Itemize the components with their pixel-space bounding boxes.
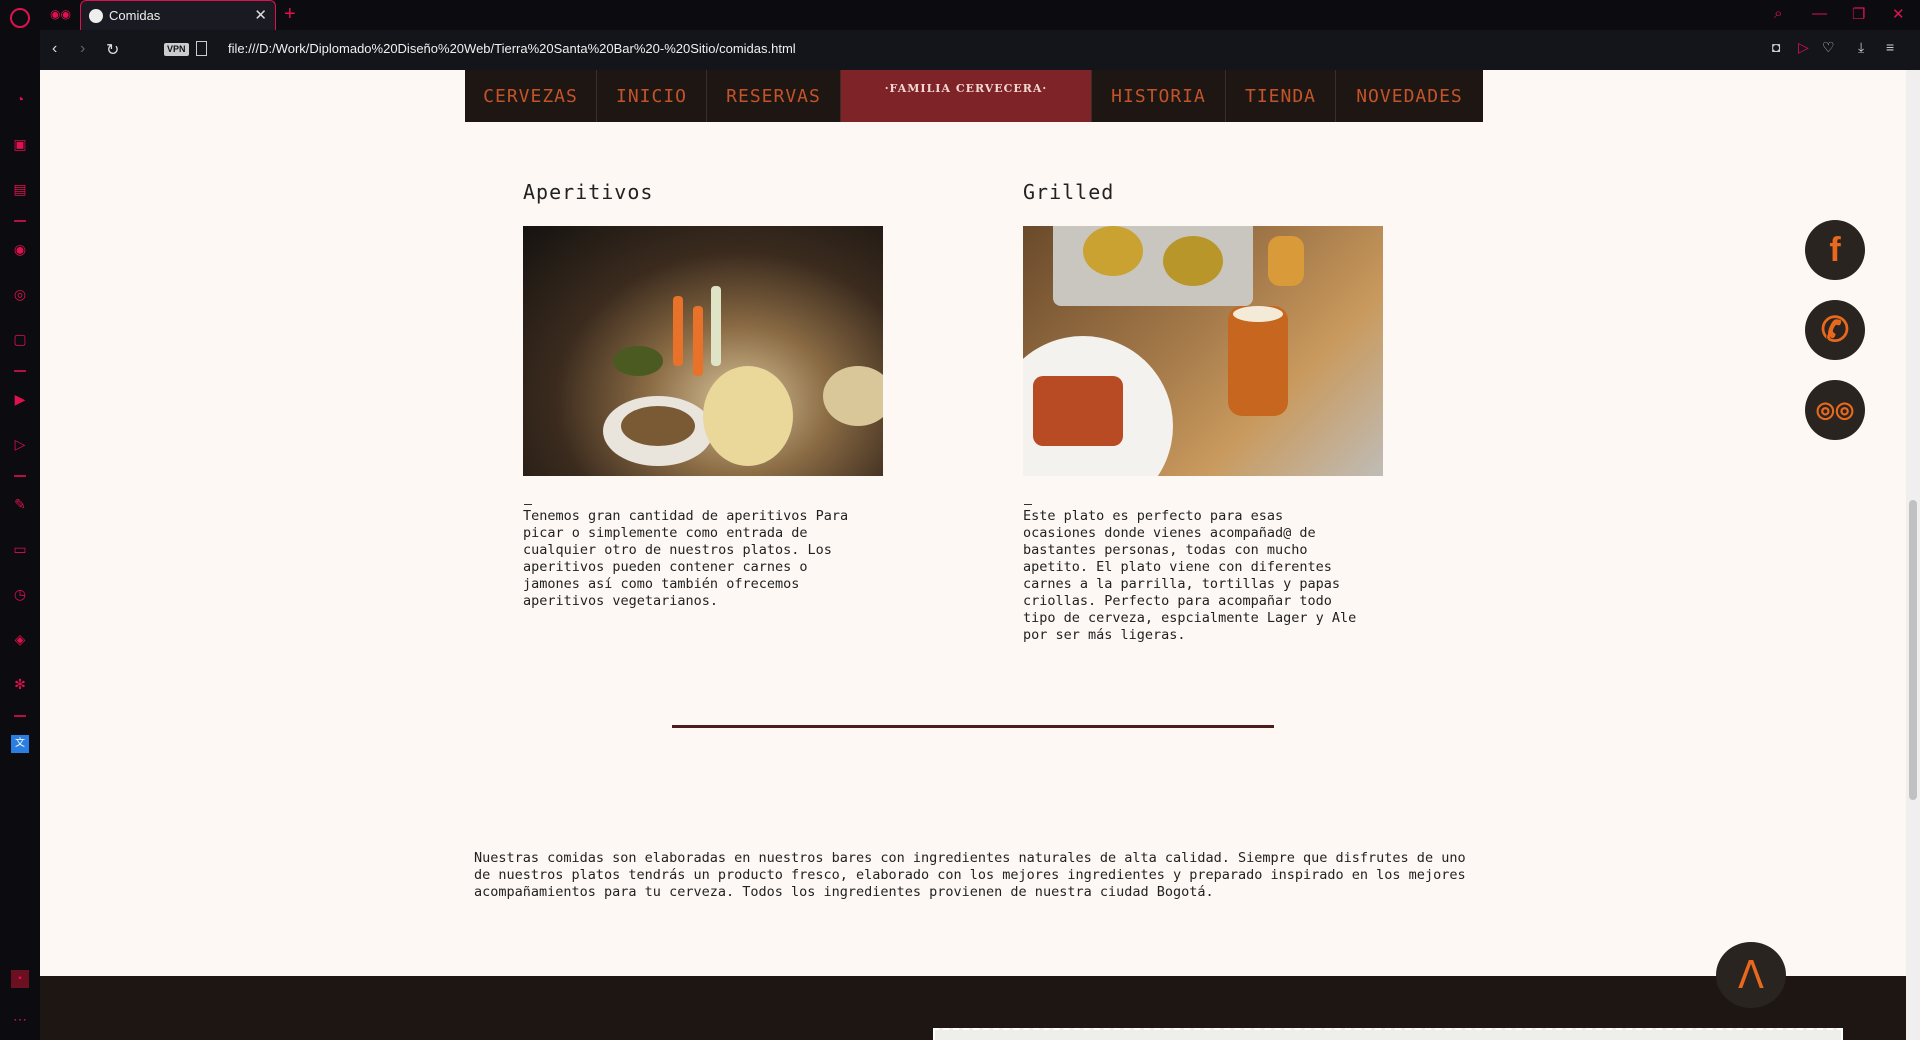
forward-icon[interactable]: ›	[80, 40, 85, 58]
player-icon[interactable]: ▶	[11, 390, 29, 408]
translate-icon[interactable]: 文	[11, 735, 29, 753]
globe-icon	[89, 9, 103, 23]
settings-icon[interactable]: ✻	[11, 675, 29, 693]
gaming-icon[interactable]: ◉◉	[50, 7, 71, 21]
page-icon	[196, 41, 207, 56]
sidebar-divider	[14, 370, 26, 372]
page-scrollbar[interactable]	[1906, 70, 1920, 1040]
vpn-badge[interactable]: VPN	[164, 43, 189, 56]
opera-logo-icon[interactable]	[10, 8, 30, 28]
browser-tab-bar: ◉◉ Comidas ✕ + ⌕ — ❐ ✕	[0, 0, 1920, 30]
more-icon[interactable]: ⋯	[11, 1010, 29, 1028]
phone-icon[interactable]: ✆	[1805, 300, 1865, 360]
section-divider	[672, 725, 1274, 728]
maximize-icon[interactable]: ❐	[1852, 5, 1865, 23]
nav-cervezas[interactable]: CERVEZAS	[465, 70, 597, 122]
instagram-icon[interactable]: ▢	[11, 330, 29, 348]
nav-historia[interactable]: HISTORIA	[1092, 70, 1226, 122]
send-icon[interactable]: ▷	[11, 435, 29, 453]
heart-icon[interactable]: ♡	[1822, 39, 1835, 56]
tripadvisor-icon[interactable]: ◎◎	[1805, 380, 1865, 440]
speed-dial-icon[interactable]: ◔	[11, 90, 29, 108]
grilled-food-photo-icon	[1023, 226, 1383, 476]
page-footer	[40, 976, 1906, 1040]
page-viewport: CERVEZAS INICIO RESERVAS ·FAMILIA CERVEC…	[40, 70, 1906, 1040]
workspace-icon[interactable]: ▪	[11, 970, 29, 988]
snapshot-icon[interactable]: ◘	[1772, 39, 1780, 55]
close-tab-icon[interactable]: ✕	[254, 6, 267, 24]
separator-dash	[524, 504, 532, 505]
brand-logo[interactable]: ·FAMILIA CERVECERA·	[841, 70, 1092, 122]
nav-inicio[interactable]: INICIO	[597, 70, 707, 122]
site-nav: CERVEZAS INICIO RESERVAS ·FAMILIA CERVEC…	[465, 70, 1483, 122]
intro-paragraph: Nuestras comidas son elaboradas en nuest…	[474, 850, 1466, 900]
tab-title: Comidas	[109, 8, 161, 23]
scrollbar-thumb[interactable]	[1909, 500, 1917, 800]
browser-tab[interactable]: Comidas ✕	[80, 0, 276, 30]
url-field[interactable]: file:///D:/Work/Diplomado%20Diseño%20Web…	[228, 41, 796, 56]
whatsapp-icon[interactable]: ◎	[11, 285, 29, 303]
new-tab-icon[interactable]: +	[284, 3, 296, 26]
nav-tienda[interactable]: TIENDA	[1226, 70, 1336, 122]
address-bar: ‹ › ↻ VPN file:///D:/Work/Diplomado%20Di…	[40, 30, 1920, 70]
flow-icon[interactable]: ▷	[1798, 39, 1809, 56]
reload-icon[interactable]: ↻	[106, 40, 119, 60]
card-title-grilled: Grilled	[1023, 180, 1115, 204]
nav-reservas[interactable]: RESERVAS	[707, 70, 841, 122]
minimize-icon[interactable]: —	[1812, 5, 1827, 22]
sidebar-divider	[14, 220, 26, 222]
sidebar-divider	[14, 715, 26, 717]
card-title-aperitivos: Aperitivos	[523, 180, 654, 204]
card-description: Tenemos gran cantidad de aperitivos Para…	[523, 508, 849, 609]
tabs-icon[interactable]: ▭	[11, 540, 29, 558]
facebook-icon[interactable]: f	[1805, 220, 1865, 280]
extensions-icon[interactable]: ◈	[11, 630, 29, 648]
sidebar-divider	[14, 475, 26, 477]
messenger-icon[interactable]: ◉	[11, 240, 29, 258]
edit-icon[interactable]: ✎	[11, 495, 29, 513]
search-tabs-icon[interactable]: ⌕	[1774, 5, 1782, 22]
twitch-icon[interactable]: ▤	[11, 180, 29, 198]
appetizers-photo-icon	[523, 226, 883, 476]
browser-sidebar: ◔ ▣ ▤ ◉ ◎ ▢ ▶ ▷ ✎ ▭ ◷ ◈ ✻ 文 ▪ ⋯	[0, 30, 40, 1040]
download-icon[interactable]: ⤓	[1858, 39, 1864, 56]
window-close-icon[interactable]: ✕	[1892, 5, 1905, 23]
card-description: Este plato es perfecto para esas ocasion…	[1023, 508, 1357, 643]
embedded-map[interactable]	[933, 1028, 1843, 1040]
shopping-icon[interactable]: ▣	[11, 135, 29, 153]
back-to-top-button[interactable]: Λ	[1716, 942, 1786, 1008]
history-icon[interactable]: ◷	[11, 585, 29, 603]
separator-dash	[1024, 504, 1032, 505]
nav-novedades[interactable]: NOVEDADES	[1336, 70, 1483, 122]
back-icon[interactable]: ‹	[52, 40, 57, 58]
easy-setup-icon[interactable]: ≡	[1886, 39, 1894, 55]
